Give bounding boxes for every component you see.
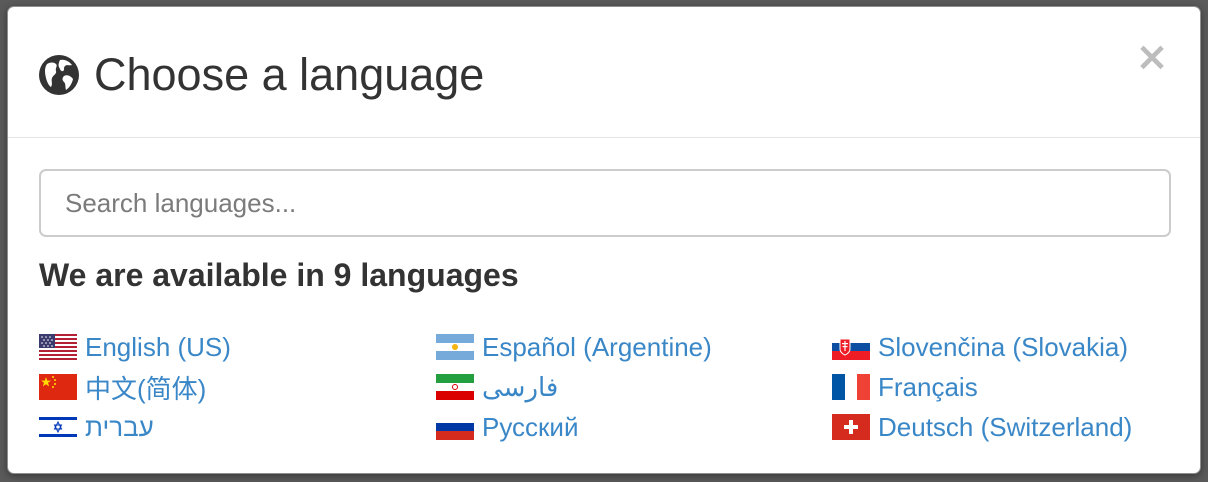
language-column: Español (Argentine) فارسی Русский xyxy=(436,327,816,447)
language-list: English (US) 中文(简体) עברית Español (Argen… xyxy=(39,327,1179,447)
language-link-persian[interactable]: فارسی xyxy=(436,367,816,407)
language-link-spanish-argentine[interactable]: Español (Argentine) xyxy=(436,327,816,367)
search-input[interactable] xyxy=(39,169,1171,237)
language-link-english-us[interactable]: English (US) xyxy=(39,327,419,367)
language-dialog: Choose a language × We are available in … xyxy=(7,6,1201,474)
language-label: فارسی xyxy=(482,371,559,402)
language-link-russian[interactable]: Русский xyxy=(436,407,816,447)
language-link-german-switzerland[interactable]: Deutsch (Switzerland) xyxy=(832,407,1200,447)
france-flag-icon xyxy=(832,374,870,400)
language-label: Français xyxy=(878,371,978,402)
argentina-flag-icon xyxy=(436,334,474,360)
close-icon[interactable]: × xyxy=(1134,37,1170,77)
language-link-french[interactable]: Français xyxy=(832,367,1200,407)
slovakia-flag-icon xyxy=(832,334,870,360)
language-label: Русский xyxy=(482,411,579,442)
russia-flag-icon xyxy=(436,414,474,440)
language-label: Deutsch (Switzerland) xyxy=(878,411,1133,442)
language-label: עברית xyxy=(85,411,154,442)
language-column: Slovenčina (Slovakia) Français Deutsch (… xyxy=(832,327,1200,447)
globe-icon xyxy=(39,55,79,95)
language-label: Español (Argentine) xyxy=(482,331,712,362)
language-link-hebrew[interactable]: עברית xyxy=(39,407,419,447)
switzerland-flag-icon xyxy=(832,414,870,440)
china-flag-icon xyxy=(39,374,77,400)
availability-text: We are available in 9 languages xyxy=(39,257,519,293)
dialog-header: Choose a language × xyxy=(8,7,1200,138)
language-column: English (US) 中文(简体) עברית xyxy=(39,327,419,447)
language-label: English (US) xyxy=(85,331,231,362)
language-link-slovak[interactable]: Slovenčina (Slovakia) xyxy=(832,327,1200,367)
language-label: Slovenčina (Slovakia) xyxy=(878,331,1129,362)
language-link-chinese-simplified[interactable]: 中文(简体) xyxy=(39,367,419,407)
us-flag-icon xyxy=(39,334,77,360)
language-label: 中文(简体) xyxy=(85,373,207,404)
dialog-title: Choose a language xyxy=(94,49,485,100)
israel-flag-icon xyxy=(39,414,77,440)
iran-flag-icon xyxy=(436,374,474,400)
